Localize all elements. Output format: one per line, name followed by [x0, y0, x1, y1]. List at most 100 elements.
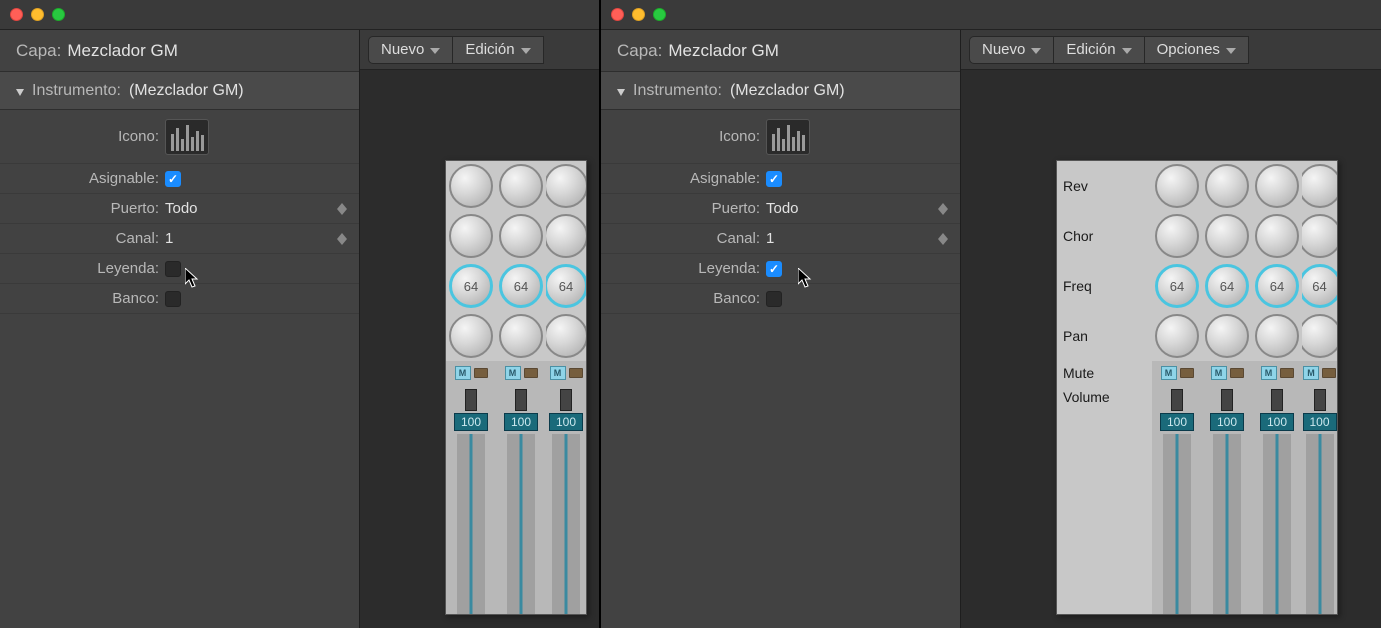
mute-button[interactable]: M	[1303, 366, 1319, 380]
disclosure-triangle-icon[interactable]	[14, 85, 26, 97]
bank-checkbox[interactable]	[766, 291, 782, 307]
fader-track[interactable]	[1263, 434, 1291, 614]
channel-strip[interactable]: 64 M 100	[1202, 161, 1252, 614]
fader-cap[interactable]	[1221, 389, 1233, 411]
mute-button[interactable]: M	[1211, 366, 1227, 380]
fader-track[interactable]	[457, 434, 485, 614]
fader-cap[interactable]	[560, 389, 572, 411]
fader-track[interactable]	[1213, 434, 1241, 614]
fader-value[interactable]: 100	[1303, 413, 1337, 431]
layer-row[interactable]: Capa: Mezclador GM	[0, 30, 359, 72]
chor-knob[interactable]	[449, 214, 493, 258]
gm-mixer-object[interactable]: 64 M 100 64 M 100	[445, 160, 587, 615]
channel-stepper[interactable]	[337, 233, 347, 245]
legend-checkbox[interactable]	[165, 261, 181, 277]
assignable-checkbox[interactable]	[766, 171, 782, 187]
mute-button[interactable]: M	[550, 366, 566, 380]
assignable-checkbox[interactable]	[165, 171, 181, 187]
editor-area[interactable]: 64 M 100 64 M 100	[360, 70, 599, 628]
channel-strip[interactable]: 64 M 100	[1152, 161, 1202, 614]
pan-knob[interactable]	[1302, 314, 1337, 358]
freq-knob[interactable]: 64	[449, 264, 493, 308]
mute-button[interactable]: M	[505, 366, 521, 380]
environment-canvas[interactable]: Nuevo Edición 64 M 100	[360, 30, 599, 628]
editor-area[interactable]: Rev Chor Freq Pan Mute Volume 64	[961, 70, 1381, 628]
prop-port[interactable]: Puerto: Todo	[0, 194, 359, 224]
freq-knob[interactable]: 64	[1255, 264, 1299, 308]
fader-value[interactable]: 100	[504, 413, 538, 431]
gm-mixer-object[interactable]: Rev Chor Freq Pan Mute Volume 64	[1056, 160, 1338, 615]
pan-knob[interactable]	[1155, 314, 1199, 358]
mixer-icon[interactable]	[165, 119, 209, 155]
fader-value[interactable]: 100	[549, 413, 583, 431]
prop-channel[interactable]: Canal: 1	[0, 224, 359, 254]
chor-knob[interactable]	[1255, 214, 1299, 258]
fader-cap[interactable]	[465, 389, 477, 411]
chor-knob[interactable]	[1302, 214, 1337, 258]
new-button[interactable]: Nuevo	[368, 36, 453, 64]
disclosure-triangle-icon[interactable]	[615, 85, 627, 97]
new-button[interactable]: Nuevo	[969, 36, 1054, 64]
freq-knob[interactable]: 64	[499, 264, 543, 308]
fader-track[interactable]	[1163, 434, 1191, 614]
minimize-icon[interactable]	[31, 8, 44, 21]
prop-channel[interactable]: Canal: 1	[601, 224, 960, 254]
rev-knob[interactable]	[1155, 164, 1199, 208]
port-stepper[interactable]	[337, 203, 347, 215]
pan-knob[interactable]	[546, 314, 586, 358]
channel-strip[interactable]: 64 M 100	[1302, 161, 1337, 614]
pan-knob[interactable]	[449, 314, 493, 358]
freq-knob[interactable]: 64	[546, 264, 586, 308]
fader-track[interactable]	[507, 434, 535, 614]
fader-cap[interactable]	[1271, 389, 1283, 411]
prop-port[interactable]: Puerto: Todo	[601, 194, 960, 224]
fader-cap[interactable]	[1314, 389, 1326, 411]
rev-knob[interactable]	[1255, 164, 1299, 208]
close-icon[interactable]	[10, 8, 23, 21]
bank-checkbox[interactable]	[165, 291, 181, 307]
pan-knob[interactable]	[499, 314, 543, 358]
channel-strip[interactable]: 64 M 100	[1252, 161, 1302, 614]
pan-knob[interactable]	[1205, 314, 1249, 358]
channel-stepper[interactable]	[938, 233, 948, 245]
prop-icon[interactable]: Icono:	[0, 110, 359, 164]
edit-button[interactable]: Edición	[453, 36, 543, 64]
fader-cap[interactable]	[515, 389, 527, 411]
rev-knob[interactable]	[1302, 164, 1337, 208]
rev-knob[interactable]	[449, 164, 493, 208]
layer-row[interactable]: Capa: Mezclador GM	[601, 30, 960, 72]
options-button[interactable]: Opciones	[1145, 36, 1249, 64]
fader-track[interactable]	[1306, 434, 1334, 614]
freq-knob[interactable]: 64	[1155, 264, 1199, 308]
rev-knob[interactable]	[546, 164, 586, 208]
chor-knob[interactable]	[1205, 214, 1249, 258]
maximize-icon[interactable]	[52, 8, 65, 21]
rev-knob[interactable]	[1205, 164, 1249, 208]
chor-knob[interactable]	[546, 214, 586, 258]
fader-track[interactable]	[552, 434, 580, 614]
close-icon[interactable]	[611, 8, 624, 21]
maximize-icon[interactable]	[653, 8, 666, 21]
chor-knob[interactable]	[499, 214, 543, 258]
freq-knob[interactable]: 64	[1302, 264, 1337, 308]
mute-button[interactable]: M	[1161, 366, 1177, 380]
instrument-row[interactable]: Instrumento: (Mezclador GM)	[601, 72, 960, 110]
fader-value[interactable]: 100	[1210, 413, 1244, 431]
prop-icon[interactable]: Icono:	[601, 110, 960, 164]
rev-knob[interactable]	[499, 164, 543, 208]
mute-button[interactable]: M	[1261, 366, 1277, 380]
instrument-row[interactable]: Instrumento: (Mezclador GM)	[0, 72, 359, 110]
channel-strip[interactable]: 64 M 100	[546, 161, 586, 614]
channel-strip[interactable]: 64 M 100	[446, 161, 496, 614]
pan-knob[interactable]	[1255, 314, 1299, 358]
chor-knob[interactable]	[1155, 214, 1199, 258]
mixer-icon[interactable]	[766, 119, 810, 155]
mute-button[interactable]: M	[455, 366, 471, 380]
fader-value[interactable]: 100	[1160, 413, 1194, 431]
fader-value[interactable]: 100	[1260, 413, 1294, 431]
minimize-icon[interactable]	[632, 8, 645, 21]
port-stepper[interactable]	[938, 203, 948, 215]
freq-knob[interactable]: 64	[1205, 264, 1249, 308]
channel-strip[interactable]: 64 M 100	[496, 161, 546, 614]
fader-cap[interactable]	[1171, 389, 1183, 411]
